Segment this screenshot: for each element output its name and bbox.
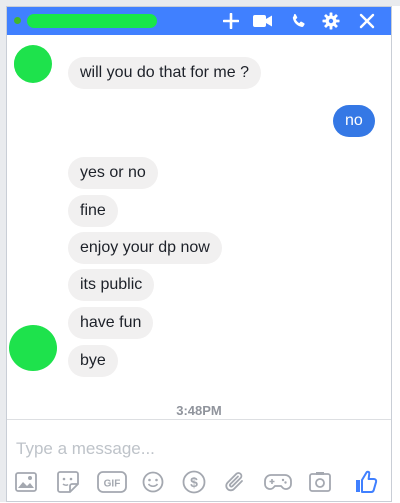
thumbs-up-icon[interactable] bbox=[353, 469, 379, 495]
phone-icon[interactable] bbox=[289, 11, 309, 31]
plus-icon[interactable] bbox=[221, 11, 241, 31]
message-bubble-outgoing: no bbox=[333, 105, 375, 137]
payment-icon[interactable]: $ bbox=[181, 469, 207, 495]
contact-name-redacted bbox=[27, 14, 157, 28]
message-timestamp: 3:48PM bbox=[176, 403, 222, 418]
gear-icon[interactable] bbox=[321, 11, 341, 31]
sticker-icon[interactable] bbox=[55, 469, 81, 495]
gif-label: GIF bbox=[104, 479, 121, 490]
message-input[interactable]: Type a message... bbox=[16, 439, 376, 461]
chat-header[interactable] bbox=[7, 7, 391, 35]
message-bubble-incoming: will you do that for me ? bbox=[68, 57, 261, 89]
gif-icon[interactable]: GIF bbox=[96, 469, 128, 495]
message-bubble-incoming: enjoy your dp now bbox=[68, 232, 222, 264]
contact-avatar[interactable] bbox=[9, 325, 57, 371]
online-status-dot bbox=[14, 17, 21, 24]
message-bubble-incoming: fine bbox=[68, 195, 118, 227]
message-bubble-incoming: its public bbox=[68, 269, 155, 301]
composer-divider bbox=[7, 419, 391, 420]
contact-avatar[interactable] bbox=[14, 45, 52, 83]
message-bubble-incoming: have fun bbox=[68, 307, 154, 339]
video-camera-icon[interactable] bbox=[253, 11, 273, 31]
message-list: will you do that for me ? no yes or no f… bbox=[7, 35, 391, 417]
close-icon[interactable] bbox=[357, 11, 377, 31]
game-controller-icon[interactable] bbox=[263, 469, 293, 495]
emoji-icon[interactable] bbox=[140, 469, 166, 495]
chat-window: will you do that for me ? no yes or no f… bbox=[6, 6, 392, 502]
camera-icon[interactable] bbox=[307, 469, 333, 495]
message-bubble-incoming: yes or no bbox=[68, 157, 158, 189]
image-icon[interactable] bbox=[13, 469, 39, 495]
attachment-icon[interactable] bbox=[222, 469, 248, 495]
composer-toolbar: GIF $ bbox=[7, 463, 391, 503]
svg-text:$: $ bbox=[190, 474, 198, 490]
message-bubble-incoming: bye bbox=[68, 345, 118, 377]
